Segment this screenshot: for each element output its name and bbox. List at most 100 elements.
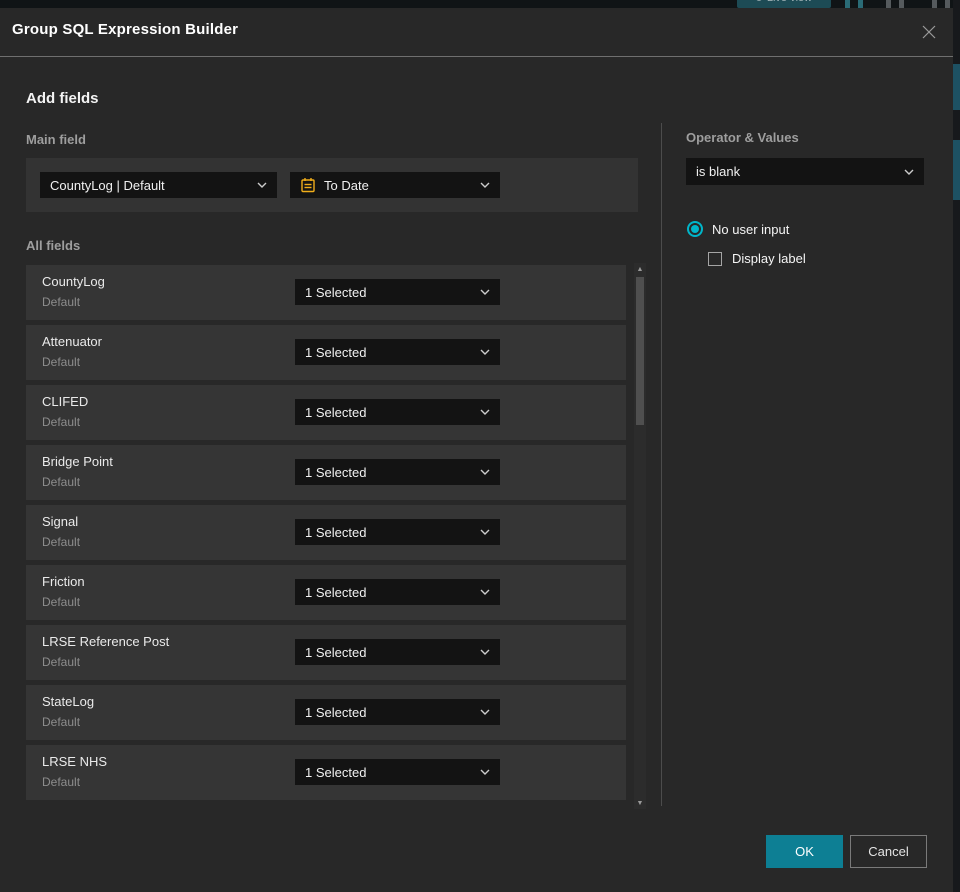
field-row: LRSE Reference Post Default 1 Selected [26,625,626,680]
background-fragment [953,140,960,200]
dialog-titlebar: Group SQL Expression Builder [0,8,953,57]
field-selection-dropdown[interactable]: 1 Selected [295,459,500,485]
field-name: Signal [42,514,79,529]
date-field-dropdown[interactable]: To Date [290,172,500,198]
field-name: StateLog [42,694,95,709]
background-fragment [953,64,960,110]
field-subtitle: Default [42,655,81,669]
group-sql-expression-builder-dialog: Group SQL Expression Builder Add fields … [0,8,953,892]
field-subtitle: Default [42,715,81,729]
display-label-checkbox[interactable]: Display label [708,251,806,266]
chevron-down-icon [480,649,490,655]
calendar-icon [301,178,315,193]
field-selection-dropdown[interactable]: 1 Selected [295,579,500,605]
chevron-down-icon [480,409,490,415]
chevron-down-icon [904,169,914,175]
field-selection-value: 1 Selected [305,644,367,660]
scrollbar-thumb[interactable] [636,277,644,425]
toolbar-fragment [886,0,891,8]
field-selection-dropdown[interactable]: 1 Selected [295,399,500,425]
chevron-down-icon [480,589,490,595]
field-name: LRSE Reference Post [42,634,170,649]
chevron-down-icon [257,182,267,188]
field-row: LRSE NHS Default 1 Selected [26,745,626,800]
chevron-down-icon [480,289,490,295]
operator-dropdown-value: is blank [696,164,741,179]
field-subtitle: Default [42,295,81,309]
field-row: Signal Default 1 Selected [26,505,626,560]
toolbar-fragment [899,0,904,8]
field-name: LRSE NHS [42,754,108,769]
field-row: Attenuator Default 1 Selected [26,325,626,380]
field-row: Friction Default 1 Selected [26,565,626,620]
field-selection-value: 1 Selected [305,764,367,780]
ok-button[interactable]: OK [766,835,843,868]
live-view-toggle[interactable]: Live view [737,0,831,8]
operator-dropdown[interactable]: is blank [686,158,924,185]
close-icon [922,25,936,39]
field-row: CLIFED Default 1 Selected [26,385,626,440]
all-fields-label: All fields [26,238,81,253]
field-name: Attenuator [42,334,102,349]
all-fields-list: CountyLog Default 1 Selected Attenuator … [26,265,626,805]
scroll-up-icon[interactable]: ▲ [634,263,646,275]
radio-selected-icon [687,221,703,237]
checkbox-unchecked-icon [708,251,722,266]
panel-divider [661,123,662,806]
toolbar-fragment [858,0,863,8]
field-subtitle: Default [42,355,81,369]
toolbar-fragment [932,0,937,8]
field-selection-dropdown[interactable]: 1 Selected [295,279,500,305]
chevron-down-icon [480,709,490,715]
no-user-input-label: No user input [712,221,790,237]
field-selection-dropdown[interactable]: 1 Selected [295,519,500,545]
field-row: StateLog Default 1 Selected [26,685,626,740]
field-subtitle: Default [42,775,81,789]
background-app-right-strip [953,0,960,892]
chevron-down-icon [480,349,490,355]
main-field-dropdown[interactable]: CountyLog | Default [40,172,277,198]
main-field-label: Main field [26,132,86,147]
list-scrollbar[interactable]: ▲ ▼ [634,263,646,809]
display-label-text: Display label [732,251,806,266]
field-selection-value: 1 Selected [305,284,367,300]
dialog-title: Group SQL Expression Builder [12,21,239,38]
no-user-input-radio[interactable]: No user input [687,221,789,237]
scroll-down-icon[interactable]: ▼ [634,797,646,809]
chevron-down-icon [480,182,490,188]
chevron-down-icon [480,769,490,775]
main-field-box: CountyLog | Default To Date [26,158,638,212]
live-view-label: Live view [767,0,812,4]
field-selection-dropdown[interactable]: 1 Selected [295,699,500,725]
field-selection-dropdown[interactable]: 1 Selected [295,639,500,665]
field-subtitle: Default [42,415,81,429]
field-row: CountyLog Default 1 Selected [26,265,626,320]
toolbar-fragment [845,0,850,8]
background-app-strip: Live view [0,0,960,8]
chevron-down-icon [480,529,490,535]
field-name: Bridge Point [42,454,113,469]
field-selection-value: 1 Selected [305,584,367,600]
add-fields-heading: Add fields [26,90,99,107]
live-dot-icon [755,0,762,1]
field-subtitle: Default [42,535,81,549]
cancel-button[interactable]: Cancel [850,835,927,868]
chevron-down-icon [480,469,490,475]
close-button[interactable] [918,21,940,43]
field-selection-value: 1 Selected [305,464,367,480]
field-subtitle: Default [42,595,81,609]
field-selection-dropdown[interactable]: 1 Selected [295,339,500,365]
main-field-dropdown-value: CountyLog | Default [50,177,165,193]
field-selection-dropdown[interactable]: 1 Selected [295,759,500,785]
field-selection-value: 1 Selected [305,704,367,720]
field-selection-value: 1 Selected [305,344,367,360]
date-field-dropdown-value: To Date [324,177,369,193]
field-row: Bridge Point Default 1 Selected [26,445,626,500]
field-name: Friction [42,574,85,589]
field-selection-value: 1 Selected [305,524,367,540]
operator-values-label: Operator & Values [686,130,799,145]
field-name: CLIFED [42,394,89,409]
field-subtitle: Default [42,475,81,489]
field-name: CountyLog [42,274,105,289]
field-selection-value: 1 Selected [305,404,367,420]
